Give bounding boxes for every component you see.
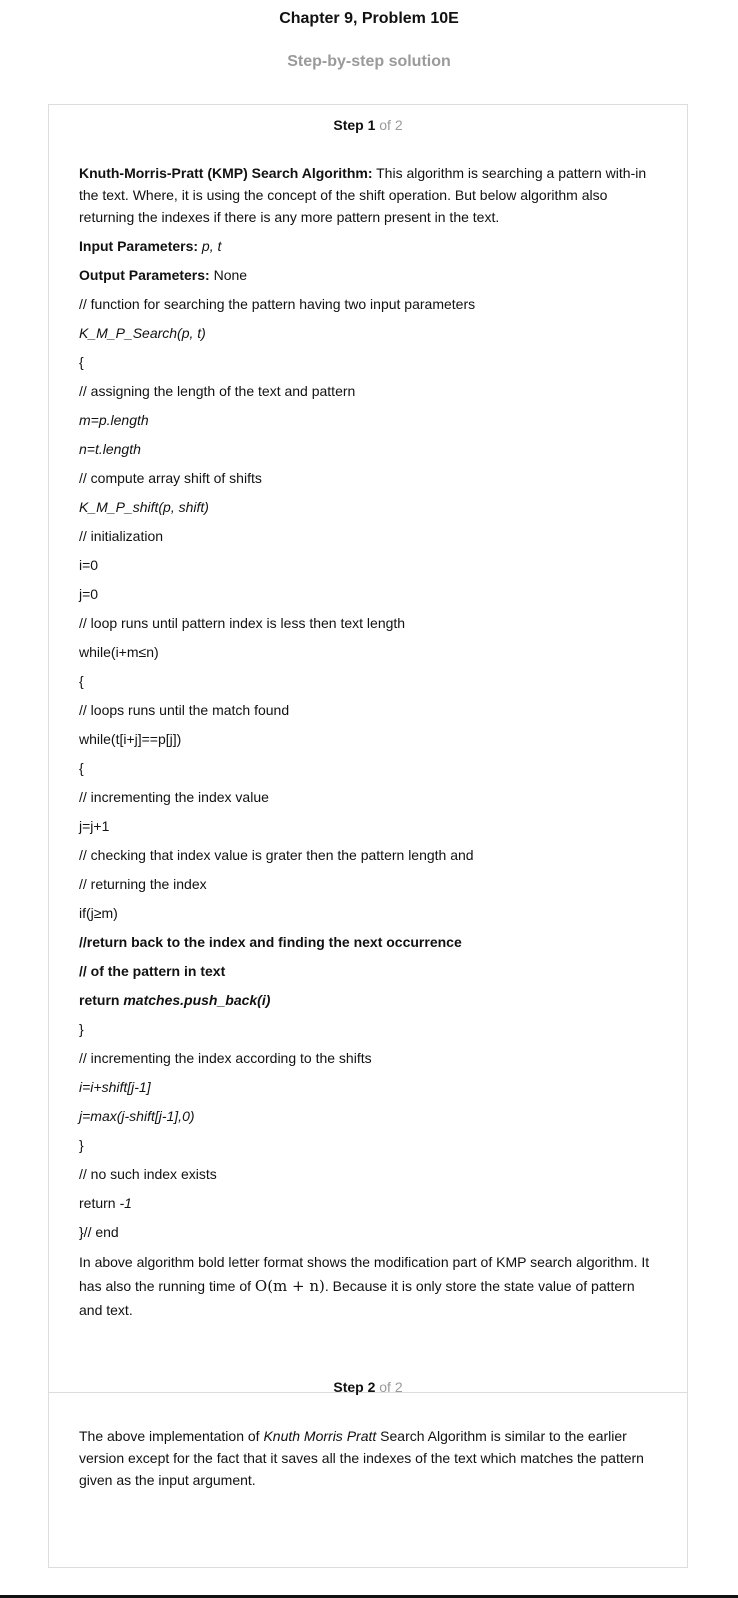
input-label: Input Parameters: <box>79 238 199 254</box>
step-1-of-label: of 2 <box>379 117 403 133</box>
code-line: while(i+m≤n) <box>79 644 159 660</box>
step-2-label: Step 2 <box>333 1379 376 1395</box>
input-parameters: Input Parameters: p, t <box>79 235 653 257</box>
step-2-content: The above implementation of Knuth Morris… <box>79 1425 653 1498</box>
code-line: { <box>79 354 84 370</box>
code-line: // loops runs until the match found <box>79 702 290 718</box>
code-line: // assigning the length of the text and … <box>79 383 356 399</box>
code-line: j=max(j-shift[j-1],0) <box>79 1108 195 1124</box>
code-line: i=i+shift[j-1] <box>79 1079 151 1095</box>
code-line: // returning the index <box>79 876 207 892</box>
code-line: { <box>79 760 84 776</box>
code-line: { <box>79 673 84 689</box>
code-line: j=0 <box>79 586 99 602</box>
code-line: // checking that index value is grater t… <box>79 847 474 863</box>
code-line: while(t[i+j]==p[j]) <box>79 731 182 747</box>
step-2-italic: Knuth Morris Pratt <box>263 1428 377 1444</box>
return-keyword: return <box>79 1195 120 1211</box>
step-2-paragraph: The above implementation of Knuth Morris… <box>79 1425 653 1491</box>
code-line-bold: // of the pattern in text <box>79 963 226 979</box>
solution-card: Step 1 of 2 Knuth-Morris-Pratt (KMP) Sea… <box>48 104 688 1568</box>
intro-heading: Knuth-Morris-Pratt (KMP) Search Algorith… <box>79 165 373 181</box>
solution-subtitle: Step-by-step solution <box>287 53 451 70</box>
output-label: Output Parameters: <box>79 267 210 283</box>
code-line: // function for searching the pattern ha… <box>79 296 476 312</box>
code-line: j=j+1 <box>79 818 110 834</box>
code-line: m=p.length <box>79 412 149 428</box>
code-line: // loop runs until pattern index is less… <box>79 615 406 631</box>
code-line-bold: return matches.push_back(i) <box>79 989 653 1011</box>
code-line: K_M_P_shift(p, shift) <box>79 499 209 515</box>
page-title: Chapter 9, Problem 10E <box>279 10 459 27</box>
code-line: // no such index exists <box>79 1166 217 1182</box>
step-1-header: Step 1 of 2 <box>49 117 687 133</box>
code-line: // initialization <box>79 528 164 544</box>
code-line: // compute array shift of shifts <box>79 470 262 486</box>
code-line: }// end <box>79 1224 119 1240</box>
return-value: -1 <box>119 1195 132 1211</box>
code-line: } <box>79 1137 84 1153</box>
return-expression: matches.push_back(i) <box>123 992 271 1008</box>
step-2-of-label: of 2 <box>379 1379 403 1395</box>
code-line: i=0 <box>79 557 99 573</box>
code-line: return -1 <box>79 1192 653 1214</box>
code-line-bold: //return back to the index and finding t… <box>79 934 462 950</box>
code-line: } <box>79 1021 84 1037</box>
code-line: if(j≥m) <box>79 905 118 921</box>
closing-paragraph: In above algorithm bold letter format sh… <box>79 1250 653 1322</box>
code-line: // incrementing the index according to t… <box>79 1050 372 1066</box>
code-line: // incrementing the index value <box>79 789 269 805</box>
output-value: None <box>209 267 248 283</box>
return-keyword: return <box>79 992 124 1008</box>
step-2-header: Step 2 of 2 <box>49 1379 687 1395</box>
output-parameters: Output Parameters: None <box>79 264 653 286</box>
step-1-label: Step 1 <box>333 117 376 133</box>
intro-paragraph: Knuth-Morris-Pratt (KMP) Search Algorith… <box>79 162 653 228</box>
step-1-content: Knuth-Morris-Pratt (KMP) Search Algorith… <box>79 162 653 1329</box>
code-line: K_M_P_Search(p, t) <box>79 325 206 341</box>
step-2-text: The above implementation of <box>79 1428 264 1444</box>
complexity-formula: O(m + n) <box>254 1277 325 1295</box>
input-value: p, t <box>198 238 222 254</box>
code-line: n=t.length <box>79 441 141 457</box>
